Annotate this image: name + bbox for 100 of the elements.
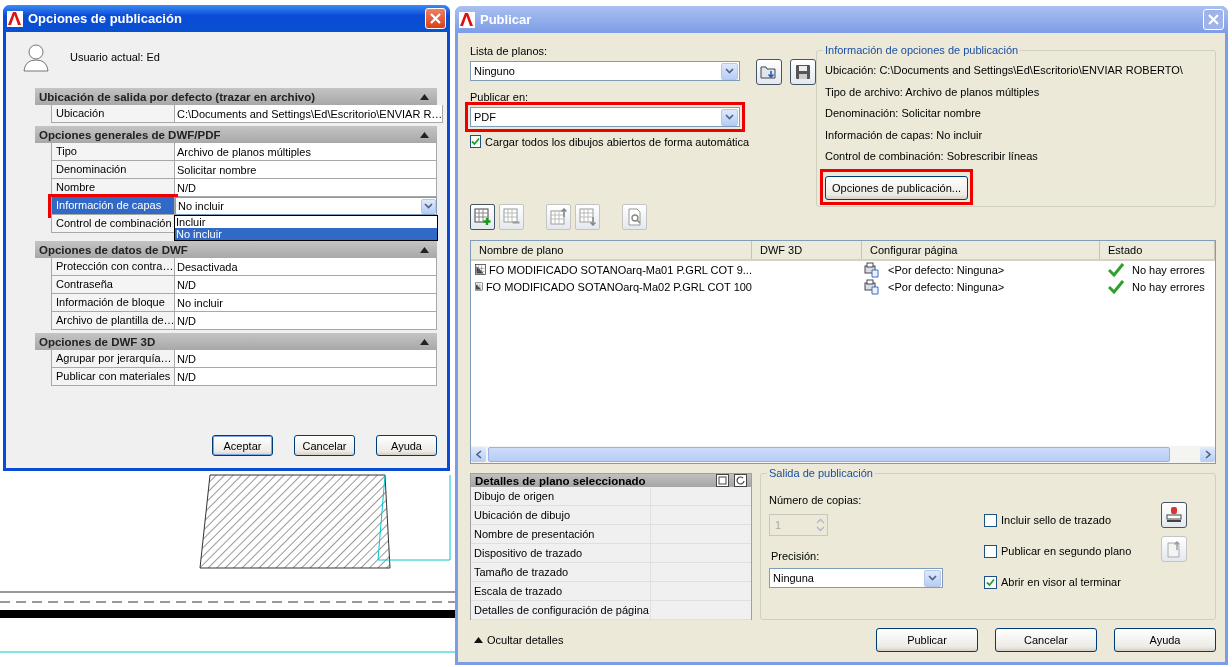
horizontal-scrollbar[interactable] bbox=[471, 446, 1215, 463]
detail-label: Nombre de presentación bbox=[471, 525, 651, 543]
grid-minus-icon bbox=[502, 208, 521, 226]
property-value[interactable]: Archivo de planos múltiples bbox=[175, 143, 437, 161]
property-name[interactable]: Protección con contra… bbox=[51, 258, 175, 276]
property-name[interactable]: Información de bloque bbox=[51, 294, 175, 312]
property-name[interactable]: Agrupar por jerarquía… bbox=[51, 350, 175, 368]
dropdown-option[interactable]: Incluir bbox=[175, 216, 437, 228]
current-user-label: Usuario actual: Ed bbox=[70, 51, 160, 63]
dialog-button[interactable]: Aceptar bbox=[212, 435, 273, 456]
checkbox-label: Incluir sello de trazado bbox=[1001, 514, 1112, 526]
section-header[interactable]: Ubicación de salida por defecto (trazar en archivo) bbox=[35, 88, 437, 105]
detail-label: Tamaño de trazado bbox=[471, 563, 651, 581]
column-header[interactable]: Nombre de plano bbox=[471, 241, 752, 259]
section-header[interactable]: Opciones de DWF 3D bbox=[35, 333, 437, 350]
property-value[interactable]: C:\Documents and Settings\Ed\Escritorio\ENVIAR R… bbox=[175, 105, 444, 123]
printer-page-icon bbox=[864, 278, 880, 295]
save-list-button[interactable] bbox=[790, 59, 816, 85]
detail-label: Dibujo de origen bbox=[471, 487, 651, 505]
checkbox-label: Abrir en visor al terminar bbox=[1001, 576, 1121, 588]
dialog-button[interactable]: Ayuda bbox=[1114, 628, 1216, 652]
close-icon bbox=[430, 13, 441, 24]
property-value[interactable]: Desactivada bbox=[175, 258, 437, 276]
sheet-list-dropdown[interactable]: Ninguno bbox=[470, 61, 740, 81]
app-logo-icon bbox=[7, 10, 23, 27]
preview-button[interactable] bbox=[622, 204, 647, 230]
property-value[interactable]: N/D bbox=[175, 350, 437, 368]
property-name[interactable]: Ubicación bbox=[51, 105, 175, 123]
status-text: No hay errores bbox=[1132, 280, 1205, 293]
move-up-button[interactable] bbox=[546, 204, 571, 230]
field-label: Publicar en: bbox=[470, 91, 530, 103]
grid-up-arrow-icon bbox=[549, 208, 568, 226]
window-title: Opciones de publicación bbox=[28, 11, 183, 26]
close-button[interactable] bbox=[425, 8, 446, 29]
column-header[interactable]: Configurar página bbox=[862, 241, 1100, 259]
checkbox-label: Publicar en segundo plano bbox=[1001, 545, 1132, 557]
property-value[interactable]: No incluir bbox=[175, 294, 437, 312]
plot-stamp-button[interactable] bbox=[1161, 502, 1187, 528]
property-value[interactable]: N/D bbox=[175, 179, 437, 197]
dialog-button[interactable]: Cancelar bbox=[995, 628, 1097, 652]
property-name[interactable]: Tipo bbox=[51, 143, 175, 161]
checkbox[interactable] bbox=[470, 135, 481, 148]
dialog-button[interactable]: Ayuda bbox=[376, 435, 437, 456]
refresh-icon[interactable] bbox=[734, 474, 747, 487]
spin-arrows-icon bbox=[816, 518, 825, 532]
property-value[interactable]: Solicitar nombre bbox=[175, 161, 437, 179]
page-setup-value: <Por defecto: Ninguna> bbox=[888, 263, 1005, 276]
property-name[interactable]: Información de capas bbox=[51, 197, 175, 215]
detail-label: Ubicación de dibujo bbox=[471, 506, 651, 524]
section-header[interactable]: Opciones de datos de DWF bbox=[35, 241, 437, 258]
save-icon bbox=[795, 64, 811, 80]
publish-to-dropdown[interactable]: PDF bbox=[470, 107, 740, 127]
info-line: Denominación: Solicitar nombre bbox=[825, 107, 981, 121]
property-value[interactable]: N/D bbox=[175, 368, 437, 386]
copy-icon[interactable] bbox=[716, 474, 729, 487]
property-name[interactable]: Control de combinación bbox=[51, 215, 175, 233]
column-header[interactable]: Estado bbox=[1100, 241, 1215, 259]
property-name[interactable]: Denominación bbox=[51, 161, 175, 179]
info-line: Tipo de archivo: Archivo de planos múltiples bbox=[825, 85, 1040, 100]
sheet-name: FO MODIFICADO SOTANOarq-Ma02 P.GRL COT 100 bbox=[485, 280, 752, 293]
dialog-button[interactable]: Publicar bbox=[876, 628, 978, 652]
section-header[interactable]: Opciones generales de DWF/PDF bbox=[35, 126, 437, 143]
precision-dropdown[interactable]: Ninguna bbox=[769, 568, 943, 588]
close-icon bbox=[1208, 14, 1219, 25]
window-title: Publicar bbox=[480, 12, 533, 27]
sheet-icon bbox=[475, 279, 483, 294]
app-logo-icon bbox=[459, 11, 475, 28]
status-text: No hay errores bbox=[1132, 263, 1205, 276]
property-name[interactable]: Contraseña bbox=[51, 276, 175, 294]
field-label: Precisión: bbox=[771, 550, 821, 562]
info-line: Control de combinación: Sobrescribir líneas bbox=[825, 150, 1038, 164]
property-name[interactable]: Publicar con materiales bbox=[51, 368, 175, 386]
grid-plus-icon bbox=[473, 208, 492, 226]
group-title: Salida de publicación bbox=[767, 467, 875, 479]
up-triangle-icon bbox=[474, 637, 483, 643]
page-setup-value: <Por defecto: Ninguna> bbox=[888, 280, 1005, 293]
detail-label: Dispositivo de trazado bbox=[471, 544, 651, 562]
checkbox[interactable] bbox=[984, 513, 997, 527]
dropdown-option[interactable]: No incluir bbox=[175, 228, 437, 240]
publish-options-button[interactable]: Opciones de publicación... bbox=[825, 175, 969, 200]
dialog-button[interactable]: Cancelar bbox=[294, 435, 355, 456]
property-name[interactable]: Archivo de plantilla de… bbox=[51, 312, 175, 330]
scroll-right-icon bbox=[1203, 450, 1212, 459]
detail-label: Detalles de configuración de página bbox=[471, 601, 651, 619]
sheet-icon bbox=[475, 262, 486, 277]
checkbox[interactable] bbox=[984, 575, 997, 589]
hide-details-button[interactable]: Ocultar detalles bbox=[470, 634, 568, 646]
user-silhouette-icon bbox=[21, 42, 51, 72]
move-down-button[interactable] bbox=[575, 204, 600, 230]
column-header[interactable]: DWF 3D bbox=[752, 241, 862, 259]
sheet-name: FO MODIFICADO SOTANOarq-Ma01 P.GRL COT 9... bbox=[488, 263, 752, 276]
checkbox[interactable] bbox=[984, 544, 997, 558]
field-label: Número de copias: bbox=[769, 494, 863, 506]
field-label: Lista de planos: bbox=[470, 45, 549, 57]
add-sheets-button[interactable] bbox=[470, 204, 495, 230]
load-list-button[interactable] bbox=[756, 59, 782, 85]
property-value[interactable]: N/D bbox=[175, 276, 437, 294]
stamp-icon bbox=[1165, 506, 1183, 524]
info-line: Ubicación: C:\Documents and Settings\Ed\Escritorio\ENVIAR ROBERTO\ bbox=[825, 64, 1183, 78]
property-value[interactable]: N/D bbox=[175, 312, 437, 330]
